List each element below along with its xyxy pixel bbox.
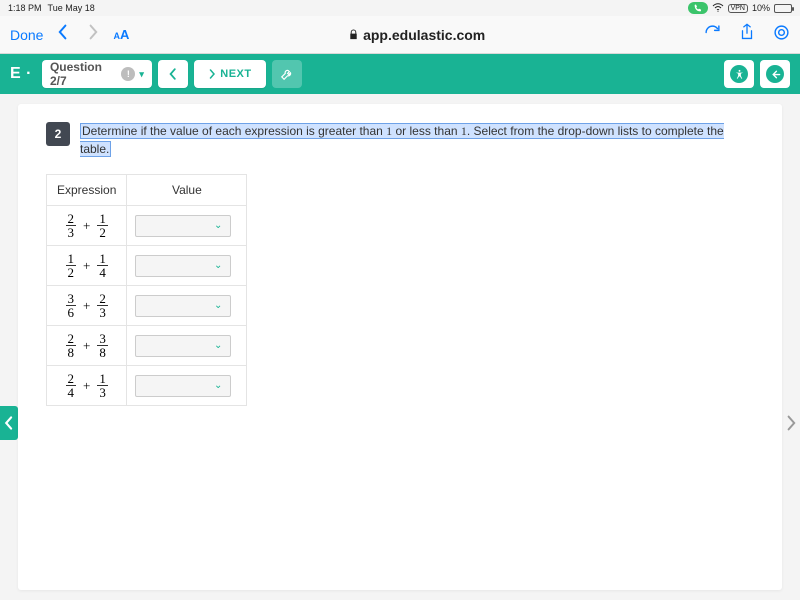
exit-button[interactable] [760, 60, 790, 88]
expression-table: Expression Value 23+12⌄12+14⌄36+23⌄28+38… [46, 174, 247, 406]
url-text: app.edulastic.com [363, 27, 485, 43]
app-toolbar: E · Question 2/7 ! ▾ NEXT [0, 54, 800, 94]
plus-icon: + [82, 218, 91, 234]
value-dropdown[interactable]: ⌄ [135, 335, 231, 357]
table-row: 12+14⌄ [47, 246, 247, 286]
frac-numerator: 1 [97, 252, 108, 266]
plus-icon: + [82, 298, 91, 314]
status-date: Tue May 18 [48, 3, 95, 13]
plus-icon: + [82, 378, 91, 394]
frac-numerator: 1 [97, 372, 108, 386]
text-size-button[interactable]: AA [113, 27, 129, 42]
prev-question-button[interactable] [158, 60, 188, 88]
lock-icon [348, 27, 359, 43]
expression-cell: 12+14 [47, 246, 127, 286]
chevron-down-icon: ⌄ [214, 220, 222, 231]
chevron-down-icon: ⌄ [214, 380, 222, 391]
question-text: Determine if the value of each expressio… [80, 122, 754, 158]
value-cell: ⌄ [127, 206, 247, 246]
frac-numerator: 2 [97, 292, 108, 306]
value-cell: ⌄ [127, 326, 247, 366]
plus-icon: + [82, 258, 91, 274]
table-row: 24 +13 ⌄ [47, 366, 247, 406]
col-expression: Expression [47, 175, 127, 206]
info-icon: ! [121, 67, 135, 81]
forward-button[interactable] [83, 24, 103, 45]
accessibility-button[interactable] [724, 60, 754, 88]
value-cell: ⌄ [127, 286, 247, 326]
browser-toolbar: Done AA app.edulastic.com [0, 16, 800, 54]
frac-numerator: 2 [66, 332, 77, 346]
frac-denominator: 8 [66, 346, 77, 359]
frac-numerator: 1 [66, 252, 77, 266]
question-label: Question 2/7 [50, 60, 121, 88]
battery-percent: 10% [752, 3, 770, 13]
frac-denominator: 4 [66, 386, 77, 399]
frac-denominator: 3 [97, 306, 108, 319]
next-label: NEXT [220, 68, 251, 80]
next-question-button[interactable]: NEXT [194, 60, 266, 88]
chevron-down-icon: ⌄ [214, 300, 222, 311]
tabs-button[interactable] [773, 24, 790, 46]
reload-button[interactable] [704, 24, 721, 46]
chevron-down-icon: ⌄ [214, 260, 222, 271]
accessibility-icon [730, 65, 748, 83]
plus-icon: + [82, 338, 91, 354]
call-indicator-icon[interactable] [688, 2, 708, 14]
tools-button[interactable] [272, 60, 302, 88]
address-bar[interactable]: app.edulastic.com [139, 27, 694, 43]
frac-denominator: 6 [66, 306, 77, 319]
expression-cell: 36+23 [47, 286, 127, 326]
back-button[interactable] [53, 24, 73, 45]
page-prev-button[interactable] [0, 406, 18, 440]
value-dropdown[interactable]: ⌄ [135, 215, 231, 237]
frac-numerator: 2 [66, 212, 77, 226]
frac-denominator: 8 [97, 346, 108, 359]
wifi-icon [712, 3, 724, 14]
frac-denominator: 2 [97, 226, 108, 239]
expression-cell: 28+38 [47, 326, 127, 366]
question-card: 2 Determine if the value of each express… [18, 104, 782, 590]
col-value: Value [127, 175, 247, 206]
table-row: 23+12⌄ [47, 206, 247, 246]
value-cell: ⌄ [127, 246, 247, 286]
value-dropdown[interactable]: ⌄ [135, 295, 231, 317]
app-logo: E · [10, 65, 32, 83]
question-selector[interactable]: Question 2/7 ! ▾ [42, 60, 152, 88]
table-row: 36+23⌄ [47, 286, 247, 326]
chevron-down-icon: ⌄ [214, 340, 222, 351]
vpn-badge: VPN [728, 4, 748, 13]
frac-numerator: 1 [97, 212, 108, 226]
frac-denominator: 3 [66, 226, 77, 239]
chevron-down-icon: ▾ [139, 69, 144, 80]
expression-cell: 24 +13 [47, 366, 127, 406]
frac-denominator: 4 [97, 266, 108, 279]
ipad-status-bar: 1:18 PM Tue May 18 VPN 10% [0, 0, 800, 16]
status-time: 1:18 PM [8, 3, 42, 13]
done-button[interactable]: Done [10, 27, 43, 43]
frac-denominator: 3 [97, 386, 108, 399]
expression-cell: 23+12 [47, 206, 127, 246]
table-row: 28+38⌄ [47, 326, 247, 366]
value-dropdown[interactable]: ⌄ [135, 255, 231, 277]
question-number-badge: 2 [46, 122, 70, 146]
frac-numerator: 3 [66, 292, 77, 306]
exit-icon [766, 65, 784, 83]
frac-numerator: 3 [97, 332, 108, 346]
value-cell: ⌄ [127, 366, 247, 406]
page-next-button[interactable] [782, 406, 800, 440]
share-button[interactable] [739, 23, 755, 46]
frac-denominator: 2 [66, 266, 77, 279]
value-dropdown[interactable]: ⌄ [135, 375, 231, 397]
battery-icon [774, 4, 792, 13]
question-text-highlight: Determine if the value of each expressio… [80, 123, 724, 157]
frac-numerator: 2 [66, 372, 77, 386]
